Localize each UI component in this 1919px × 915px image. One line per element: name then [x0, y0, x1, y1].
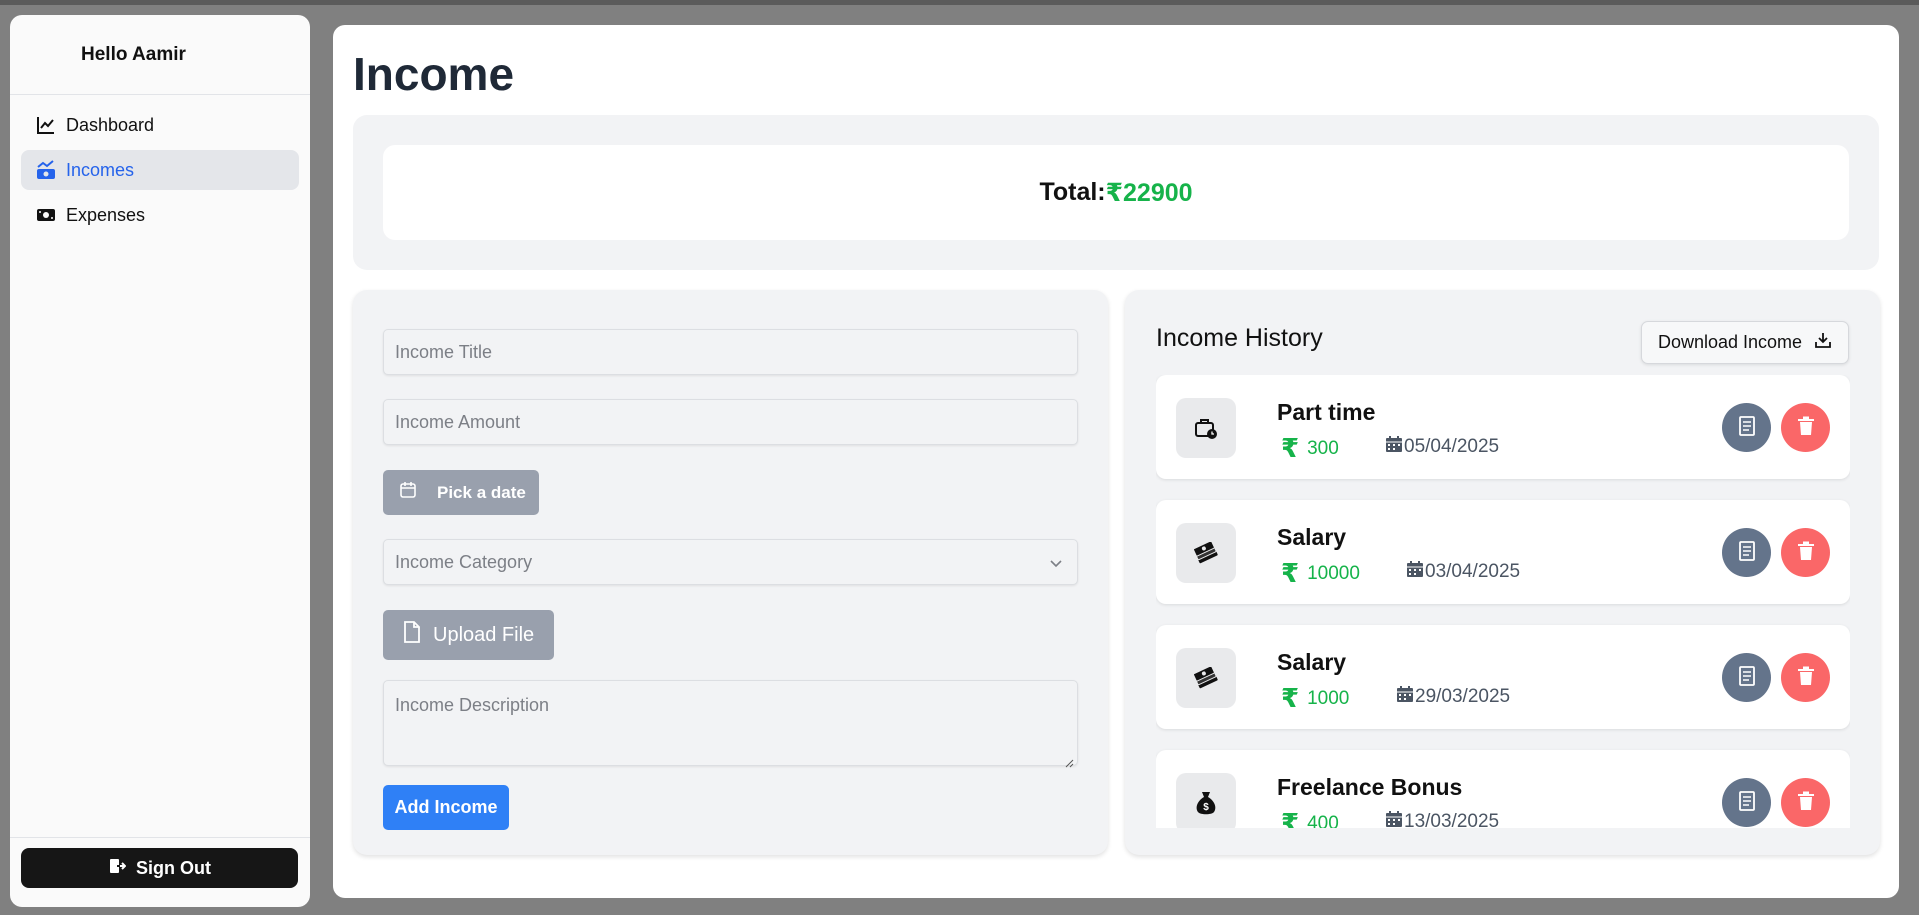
download-income-label: Download Income — [1657, 332, 1803, 352]
income-history-panel: Income History Download Income Part time… — [1125, 290, 1880, 855]
download-income-button[interactable]: Download Income — [1641, 321, 1849, 364]
money-stack-icon — [1176, 648, 1236, 708]
sidebar-nav: Dashboard Incomes Expenses — [10, 95, 310, 250]
total-amount: ₹22900 — [1105, 178, 1193, 207]
sidebar: Hello Aamir Dashboard Incomes Expenses S — [10, 15, 310, 907]
sidebar-item-label: Dashboard — [66, 114, 155, 135]
total-label: Total: — [1039, 178, 1106, 206]
sign-out-button[interactable]: Sign Out — [21, 848, 298, 888]
sidebar-footer: Sign Out — [10, 837, 310, 907]
entry-amount-value: 400 — [1307, 812, 1339, 829]
entry-amount: ₹ 1000 — [1281, 683, 1349, 714]
delete-button[interactable] — [1781, 403, 1830, 452]
entry-date: 03/04/2025 — [1406, 560, 1520, 584]
upload-file-label: Upload File — [433, 623, 535, 646]
total-panel: Total: ₹22900 — [353, 115, 1879, 270]
sidebar-item-expenses[interactable]: Expenses — [21, 195, 299, 235]
calendar-icon — [1385, 435, 1403, 459]
delete-button[interactable] — [1781, 653, 1830, 702]
money-bill-icon — [35, 204, 57, 226]
document-icon — [1738, 791, 1756, 814]
trash-icon — [1797, 666, 1815, 689]
entry-date-value: 03/04/2025 — [1425, 561, 1521, 582]
upload-file-button[interactable]: Upload File — [383, 610, 554, 660]
view-document-button[interactable] — [1722, 778, 1771, 827]
income-description-placeholder: Income Description — [395, 695, 550, 715]
delete-button[interactable] — [1781, 778, 1830, 827]
total-card: Total: ₹22900 — [383, 145, 1849, 240]
trash-icon — [1797, 791, 1815, 814]
entry-date-value: 29/03/2025 — [1415, 686, 1511, 707]
rupee-icon: ₹ — [1281, 433, 1300, 463]
entry-title: Salary — [1277, 649, 1347, 675]
entry-date: 05/04/2025 — [1385, 435, 1499, 459]
trash-icon — [1797, 541, 1815, 564]
briefcase-clock-icon — [1176, 398, 1236, 458]
list-item: $ Freelance Bonus ₹ 400 13/03/2025 — [1156, 750, 1850, 828]
delete-button[interactable] — [1781, 528, 1830, 577]
entry-amount-value: 10000 — [1307, 562, 1360, 584]
pick-date-label: Pick a date — [437, 482, 526, 502]
view-document-button[interactable] — [1722, 403, 1771, 452]
calendar-icon — [399, 481, 417, 504]
income-history-list: Part time ₹ 300 05/04/2025 Salary ₹ 1000… — [1156, 375, 1850, 828]
chart-line-icon — [35, 114, 57, 136]
pick-date-button[interactable]: Pick a date — [383, 470, 539, 515]
calendar-icon — [1385, 810, 1403, 828]
window-top-bar — [0, 0, 1919, 5]
entry-date-value: 05/04/2025 — [1404, 436, 1500, 457]
download-icon — [1814, 331, 1832, 354]
view-document-button[interactable] — [1722, 528, 1771, 577]
income-title-input[interactable]: Income Title — [383, 329, 1078, 375]
page-title: Income — [353, 48, 515, 100]
entry-amount-value: 300 — [1307, 437, 1339, 459]
list-item: Salary ₹ 10000 03/04/2025 — [1156, 500, 1850, 604]
income-form: Income Title Income Amount Pick a date I… — [353, 290, 1108, 855]
sign-out-icon — [108, 857, 127, 880]
entry-title: Freelance Bonus — [1277, 774, 1463, 800]
document-icon — [1738, 416, 1756, 439]
list-item: Salary ₹ 1000 29/03/2025 — [1156, 625, 1850, 729]
entry-title: Salary — [1277, 524, 1347, 550]
rupee-icon: ₹ — [1281, 808, 1300, 828]
add-income-button[interactable]: Add Income — [383, 785, 509, 830]
trash-icon — [1797, 416, 1815, 439]
income-description-textarea[interactable]: Income Description — [383, 680, 1078, 768]
view-document-button[interactable] — [1722, 653, 1771, 702]
entry-amount: ₹ 300 — [1281, 433, 1339, 464]
calendar-icon — [1396, 685, 1414, 709]
resize-handle-icon[interactable] — [1064, 752, 1074, 768]
sidebar-item-label: Incomes — [66, 159, 135, 180]
income-category-select[interactable]: Income Category — [383, 539, 1078, 585]
money-stack-icon — [1176, 523, 1236, 583]
entry-title: Part time — [1277, 399, 1376, 425]
entry-amount-value: 1000 — [1307, 687, 1350, 709]
file-icon — [403, 621, 421, 649]
income-category-placeholder: Income Category — [395, 551, 533, 572]
money-trend-icon — [35, 159, 57, 181]
list-item: Part time ₹ 300 05/04/2025 — [1156, 375, 1850, 479]
entry-date: 29/03/2025 — [1396, 685, 1510, 709]
sidebar-item-dashboard[interactable]: Dashboard — [21, 105, 299, 145]
entry-amount: ₹ 400 — [1281, 808, 1339, 828]
entry-date-value: 13/03/2025 — [1404, 811, 1500, 828]
sign-out-label: Sign Out — [136, 857, 211, 878]
document-icon — [1738, 541, 1756, 564]
calendar-icon — [1406, 560, 1424, 584]
sidebar-item-label: Expenses — [66, 204, 146, 225]
sidebar-greeting: Hello Aamir — [10, 15, 310, 95]
chevron-down-icon — [1049, 554, 1063, 575]
income-amount-input[interactable]: Income Amount — [383, 399, 1078, 445]
rupee-icon: ₹ — [1281, 558, 1300, 588]
entry-date: 13/03/2025 — [1385, 810, 1499, 828]
entry-amount: ₹ 10000 — [1281, 558, 1360, 589]
svg-text:$: $ — [1203, 802, 1209, 813]
money-bag-icon: $ — [1176, 773, 1236, 828]
rupee-icon: ₹ — [1281, 683, 1300, 713]
document-icon — [1738, 666, 1756, 689]
income-history-title: Income History — [1156, 324, 1323, 352]
sidebar-item-incomes[interactable]: Incomes — [21, 150, 299, 190]
main-content: Income Total: ₹22900 Income Title Income … — [333, 25, 1899, 898]
